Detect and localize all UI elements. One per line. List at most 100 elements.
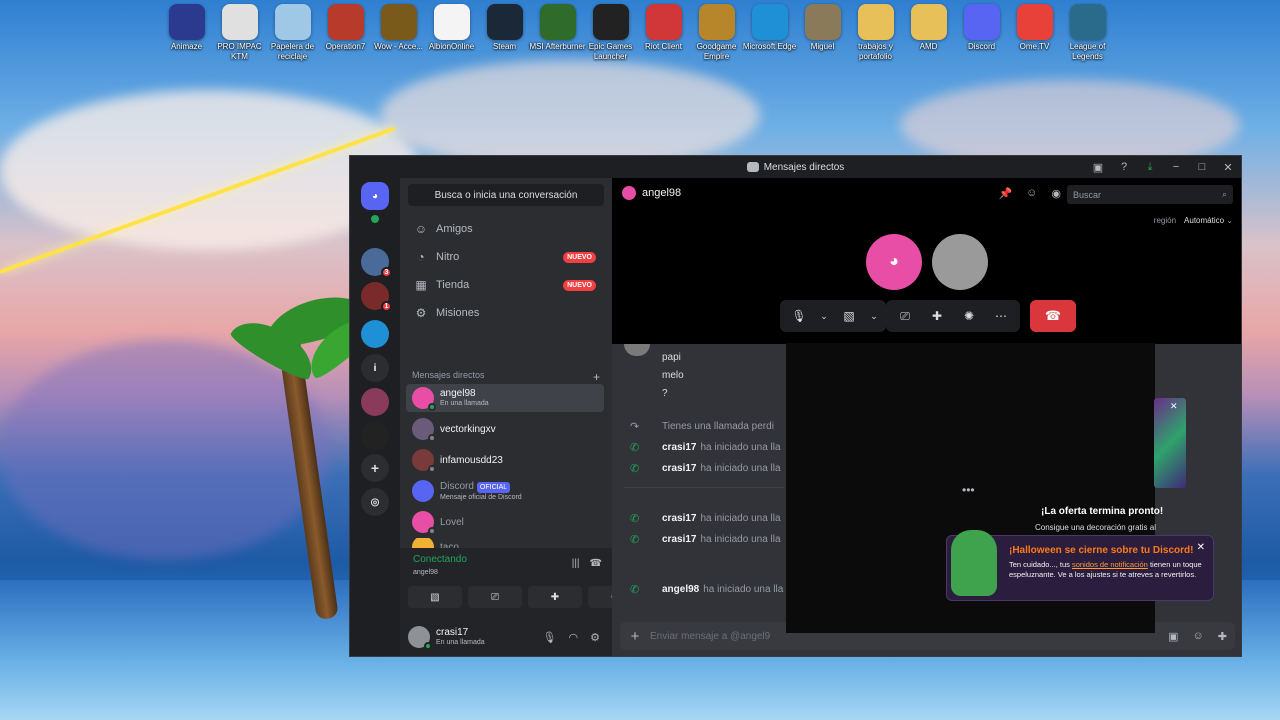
more-options-button[interactable]: ⋯: [988, 303, 1014, 329]
explore-icon[interactable]: ◎: [361, 488, 389, 516]
desktop-shortcut[interactable]: AlbionOnline: [425, 4, 478, 62]
profile-icon[interactable]: ◉: [1051, 187, 1061, 200]
camera-button[interactable]: ▧: [408, 586, 462, 608]
create-dm-button[interactable]: +: [593, 370, 600, 384]
nav-friends[interactable]: ☺ Amigos: [408, 216, 604, 242]
microphone-button[interactable]: 🎙: [786, 303, 812, 329]
screen-share-button[interactable]: ⎚: [468, 586, 522, 608]
region-selector[interactable]: región Automático ⌄: [1154, 216, 1233, 225]
search-icon: ⌕: [1221, 189, 1227, 199]
microphone-icon[interactable]: 🎙: [543, 631, 557, 644]
apps-icon[interactable]: ✚: [1218, 630, 1227, 643]
desktop-shortcut[interactable]: MSI Afterburner: [529, 4, 586, 62]
server-icon[interactable]: [361, 388, 389, 416]
add-friend-icon[interactable]: ☺: [1026, 187, 1037, 200]
desktop-shortcut[interactable]: Goodgame Empire: [690, 4, 743, 62]
desktop-shortcut[interactable]: Microsoft Edge: [743, 4, 796, 62]
desktop-shortcut[interactable]: trabajos y portafolio: [849, 4, 902, 62]
help-icon[interactable]: ?: [1111, 156, 1137, 178]
chevron-down-icon[interactable]: ⌄: [868, 303, 880, 329]
minimize-button[interactable]: −: [1163, 156, 1189, 178]
hang-up-button[interactable]: ☎: [1030, 300, 1076, 332]
close-icon[interactable]: ✕: [1197, 542, 1205, 553]
nav-quests[interactable]: ⚙ Misiones: [408, 300, 604, 326]
desktop-shortcut-label: Goodgame Empire: [696, 42, 737, 61]
server-icon[interactable]: 3: [361, 248, 392, 278]
find-conversation-button[interactable]: Busca o inicia una conversación: [408, 184, 604, 206]
message-text: papi: [662, 352, 681, 363]
folder-photo-icon: [804, 4, 841, 40]
system-text: ha iniciado una lla: [700, 463, 781, 474]
desktop-shortcut[interactable]: PRO IMPAC KTM: [213, 4, 266, 62]
avatar[interactable]: [408, 626, 432, 650]
server-icon[interactable]: 1: [361, 282, 392, 312]
system-user[interactable]: crasi17: [662, 442, 696, 453]
download-icon[interactable]: ⤓: [1137, 156, 1163, 178]
promo-subtitle: Consigue una decoración gratis al: [1035, 523, 1156, 532]
server-initial: i: [373, 362, 377, 374]
dm-item-vectorkingxv[interactable]: vectorkingxv: [406, 415, 604, 443]
noise-suppression-icon[interactable]: |||: [572, 558, 580, 569]
close-icon[interactable]: ✕: [1170, 401, 1178, 412]
system-user[interactable]: crasi17: [662, 463, 696, 474]
system-message: ✆ crasi17 ha iniciado una lla: [630, 441, 781, 454]
desktop-shortcut[interactable]: Operation7: [319, 4, 372, 62]
activities-button[interactable]: ✚: [924, 303, 950, 329]
server-icon[interactable]: [361, 320, 389, 348]
system-user[interactable]: crasi17: [662, 513, 696, 524]
notification-title: ¡Halloween se cierne sobre tu Discord!: [1009, 545, 1194, 556]
desktop-shortcut[interactable]: Ome.TV: [1008, 4, 1061, 62]
close-button[interactable]: ✕: [1215, 156, 1241, 178]
server-icon[interactable]: [361, 422, 389, 450]
system-user[interactable]: angel98: [662, 584, 699, 595]
desktop-shortcut[interactable]: Steam: [478, 4, 531, 62]
activities-button[interactable]: ✚: [528, 586, 582, 608]
lol-icon: [1069, 4, 1106, 40]
dm-section-title: Mensajes directos: [412, 370, 485, 380]
soundboard-button[interactable]: ✺: [956, 303, 982, 329]
maximize-button[interactable]: □: [1189, 156, 1215, 178]
ometv-icon: [1016, 4, 1053, 40]
desktop-shortcut[interactable]: Papelera de reciclaje: [266, 4, 319, 62]
pin-icon[interactable]: 📌: [998, 187, 1012, 200]
desktop-shortcut-label: League of Legends: [1069, 42, 1106, 61]
settings-icon[interactable]: ⚙: [590, 631, 600, 644]
desktop-shortcut[interactable]: Animaze: [160, 4, 213, 62]
nav-nitro[interactable]: ◔ Nitro NUEVO: [408, 244, 604, 270]
status-dot: [428, 465, 436, 473]
avatar: [412, 387, 436, 411]
quests-icon: ⚙: [415, 306, 427, 320]
headphones-icon[interactable]: ◠: [569, 631, 579, 644]
desktop-shortcut-label: Papelera de reciclaje: [270, 42, 315, 61]
disconnect-icon[interactable]: ☎: [590, 558, 602, 569]
attach-button[interactable]: +: [620, 628, 650, 645]
desktop-shortcut[interactable]: Discord: [955, 4, 1008, 62]
desktop-shortcut[interactable]: Epic Games Launcher: [584, 4, 637, 62]
screen-share-button[interactable]: ⎚: [892, 303, 918, 329]
dm-item-discord[interactable]: Discord OFICIAL Mensaje oficial de Discor…: [406, 477, 604, 505]
camera-off-button[interactable]: ▧: [836, 303, 862, 329]
nav-shop[interactable]: ▦ Tienda NUEVO: [408, 272, 604, 298]
desktop-shortcut[interactable]: AMD: [902, 4, 955, 62]
notification-link[interactable]: sonidos de notificación: [1072, 560, 1148, 569]
sticker-icon[interactable]: ▣: [1168, 630, 1178, 643]
chevron-down-icon[interactable]: ⌄: [818, 303, 830, 329]
emoji-icon[interactable]: ☺: [1193, 630, 1204, 643]
home-button[interactable]: ◕: [361, 182, 389, 210]
desktop-shortcut[interactable]: Wow - Acce...: [372, 4, 425, 62]
dm-item-lovel[interactable]: Lovel: [406, 508, 604, 536]
desktop-shortcut[interactable]: Miguel: [796, 4, 849, 62]
halloween-notification[interactable]: ¡Halloween se cierne sobre tu Discord! T…: [946, 530, 1214, 601]
add-server-button[interactable]: +: [361, 454, 389, 482]
dm-item-angel98[interactable]: angel98 En una llamada: [406, 384, 604, 412]
dm-item-infamousdd23[interactable]: infamousdd23: [406, 446, 604, 474]
recycle-bin-icon: [274, 4, 311, 40]
desktop-shortcut[interactable]: League of Legends: [1061, 4, 1114, 62]
search-input[interactable]: Buscar ⌕: [1067, 185, 1233, 204]
phone-icon: ✆: [630, 513, 640, 525]
server-icon[interactable]: i: [361, 354, 389, 382]
phone-icon: ✆: [630, 534, 640, 546]
system-user[interactable]: crasi17: [662, 534, 696, 545]
inbox-icon[interactable]: ▣: [1085, 156, 1111, 178]
desktop-shortcut[interactable]: Riot Client: [637, 4, 690, 62]
